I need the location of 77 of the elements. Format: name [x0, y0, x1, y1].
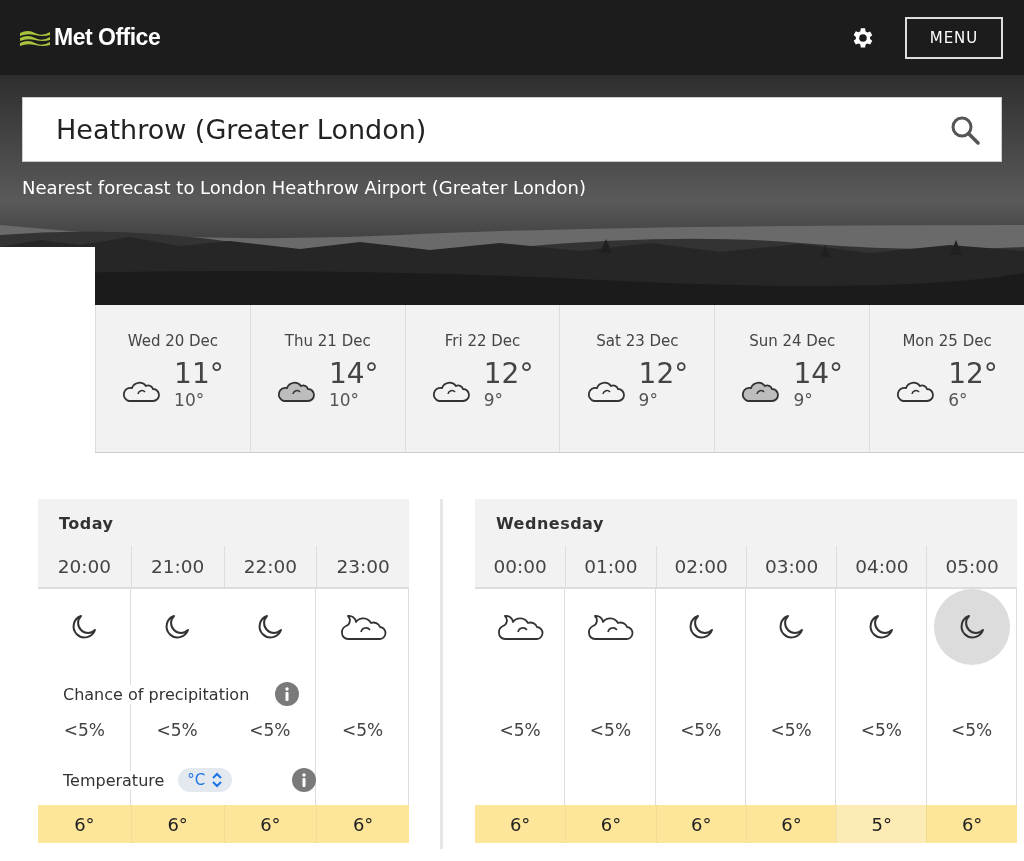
cloud-icon — [741, 379, 780, 403]
day-date: Mon 25 Dec — [902, 332, 992, 350]
precipitation-value: <5% — [950, 719, 994, 742]
cloud-moon-icon — [496, 612, 545, 642]
info-icon[interactable] — [275, 682, 300, 706]
day-card[interactable]: Wed 20 Dec 11° 10° — [95, 305, 250, 452]
info-icon[interactable] — [292, 768, 317, 792]
hour-time: 22:00 — [223, 546, 317, 587]
day-date: Sun 24 Dec — [749, 332, 836, 350]
chevron-icon — [211, 772, 224, 788]
temperature-cell: 6° — [223, 805, 317, 843]
precipitation-label: Chance of precipitation — [63, 684, 250, 704]
hour-time: 01:00 — [565, 546, 656, 587]
day-card[interactable]: Fri 22 Dec 12° 9° — [404, 305, 560, 452]
logo-text: Met Office — [54, 24, 161, 51]
temperature-cell: 6° — [316, 805, 409, 843]
cloud-moon-icon — [338, 612, 387, 642]
precipitation-value: <5% — [155, 719, 199, 742]
precipitation-value: <5% — [62, 719, 106, 742]
day-card[interactable]: Mon 25 Dec 12° 6° — [869, 305, 1024, 452]
low-temperature: 6° — [948, 390, 969, 410]
high-temperature: 12° — [638, 358, 689, 390]
high-temperature: 14° — [328, 358, 379, 390]
cloud-icon — [276, 379, 315, 403]
precipitation-value: <5% — [341, 719, 385, 742]
temperature-cell: 6° — [655, 805, 746, 843]
search-field[interactable]: Heathrow (Greater London) — [22, 97, 1002, 162]
day-card[interactable]: Sun 24 Dec 14° 9° — [714, 305, 870, 452]
precipitation-value: <5% — [769, 719, 813, 742]
hour-time: 20:00 — [56, 555, 113, 579]
temperature-cell: 6° — [38, 805, 131, 843]
day-title: Today — [38, 499, 409, 546]
day-date: Fri 22 Dec — [444, 332, 521, 350]
high-temperature: 12° — [483, 358, 534, 390]
temperature-cell: 6° — [745, 805, 837, 843]
temperature-cell: 5° — [836, 805, 927, 843]
day-date: Thu 21 Dec — [284, 332, 371, 350]
temperature-cell: 6° — [475, 805, 566, 843]
location-subtitle: Nearest forecast to London Heathrow Airport (Greater London) — [22, 177, 588, 198]
day-title: Wednesday — [475, 499, 1017, 546]
hour-time: 05:00 — [926, 546, 1017, 587]
day-date: Wed 20 Dec — [127, 332, 219, 350]
day-date: Sat 23 Dec — [596, 332, 679, 350]
precipitation-value: <5% — [248, 719, 292, 742]
logo-icon — [20, 28, 50, 47]
precipitation-value: <5% — [679, 719, 723, 742]
cloud-icon — [586, 379, 625, 403]
temperature-cell: 6° — [130, 805, 224, 843]
precipitation-value: <5% — [498, 719, 542, 742]
menu-button[interactable]: MENU — [905, 16, 1003, 59]
low-temperature: 10° — [328, 390, 361, 410]
hour-time: 21:00 — [130, 546, 224, 587]
search-icon[interactable] — [950, 115, 980, 145]
temperature-label: Temperature — [63, 770, 165, 790]
hour-time: 23:00 — [316, 546, 409, 587]
temperature-cell: 6° — [565, 805, 656, 843]
hour-time: 04:00 — [836, 546, 927, 587]
high-temperature: 11° — [174, 358, 224, 390]
high-temperature: 14° — [793, 358, 844, 390]
cloud-icon — [896, 379, 935, 403]
cloud-icon — [122, 379, 161, 403]
precipitation-value: <5% — [859, 719, 903, 742]
unit-toggle[interactable]: °C — [178, 768, 233, 792]
day-card[interactable]: Thu 21 Dec 14° 10° — [249, 305, 405, 452]
day-card[interactable]: Sat 23 Dec 12° 9° — [559, 305, 715, 452]
low-temperature: 9° — [483, 390, 505, 410]
cloud-icon — [431, 379, 470, 403]
hour-time: 02:00 — [655, 546, 746, 587]
high-temperature: 12° — [948, 358, 998, 390]
low-temperature: 9° — [793, 390, 814, 410]
cloud-moon-icon — [586, 612, 635, 642]
hour-time: 00:00 — [492, 555, 548, 579]
hour-time: 03:00 — [745, 546, 837, 587]
low-temperature: 10° — [174, 390, 206, 410]
temperature-cell: 6° — [926, 805, 1017, 843]
low-temperature: 9° — [638, 390, 659, 410]
precipitation-value: <5% — [588, 719, 633, 742]
